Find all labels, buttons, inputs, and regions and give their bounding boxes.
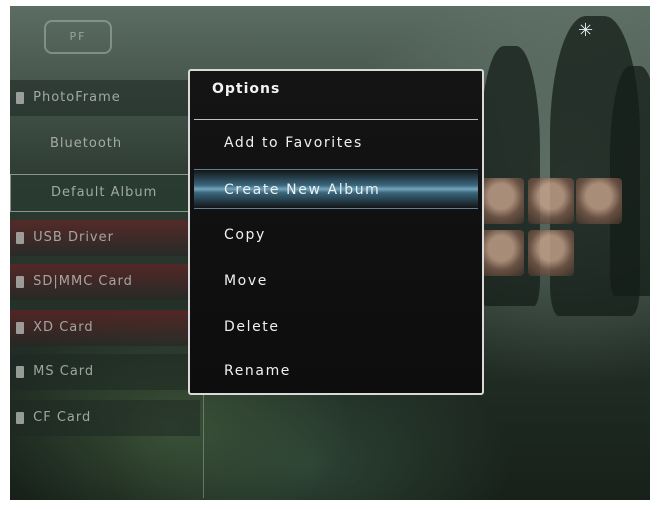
sidebar-item-label: PhotoFrame — [33, 90, 121, 105]
sidebar-item-xd-card[interactable]: XD Card — [10, 310, 200, 346]
sidebar-item-label: XD Card — [33, 320, 94, 335]
menu-item-create-new-album[interactable]: Create New Album — [194, 169, 478, 209]
sidebar-item-usb-driver[interactable]: USB Driver — [10, 220, 200, 256]
sidebar-item-label: MS Card — [33, 364, 95, 379]
photo-thumbnail[interactable] — [528, 178, 574, 224]
source-sidebar: PhotoFrame Bluetooth Default Album USB D… — [10, 78, 242, 500]
menu-divider — [194, 119, 478, 120]
card-icon — [16, 321, 24, 334]
sidebar-item-label: SD|MMC Card — [33, 274, 133, 289]
sidebar-item-label: CF Card — [33, 410, 92, 425]
card-icon — [16, 275, 24, 288]
sidebar-item-cf-card[interactable]: CF Card — [10, 400, 200, 436]
sidebar-item-photoframe[interactable]: PhotoFrame — [10, 80, 200, 116]
sidebar-item-label: USB Driver — [33, 230, 114, 245]
photo-thumbnail[interactable] — [528, 230, 574, 276]
usb-icon — [16, 231, 24, 244]
card-icon — [16, 365, 24, 378]
photo-thumbnail[interactable] — [478, 178, 524, 224]
menu-item-move[interactable]: Move — [194, 261, 478, 301]
menu-item-add-to-favorites[interactable]: Add to Favorites — [194, 123, 478, 163]
card-icon — [16, 411, 24, 424]
photo-thumbnail[interactable] — [478, 230, 524, 276]
menu-item-copy[interactable]: Copy — [194, 215, 478, 255]
sidebar-item-ms-card[interactable]: MS Card — [10, 354, 200, 390]
sidebar-item-label: Default Album — [51, 185, 158, 200]
options-menu: Options Add to Favorites Create New Albu… — [188, 69, 484, 395]
photoframe-icon — [16, 91, 24, 104]
menu-item-rename[interactable]: Rename — [194, 351, 478, 391]
bluetooth-icon: ✳ — [578, 20, 594, 41]
options-menu-title: Options — [212, 81, 281, 97]
photo-frame-screen: PF ✳ PhotoFrame Bluetooth Default Album … — [10, 6, 650, 500]
photo-thumbnail[interactable] — [576, 178, 622, 224]
photoframe-logo: PF — [44, 20, 112, 54]
sidebar-item-sd-mmc-card[interactable]: SD|MMC Card — [10, 264, 200, 300]
menu-item-delete[interactable]: Delete — [194, 307, 478, 347]
sidebar-item-label: Bluetooth — [50, 136, 123, 151]
